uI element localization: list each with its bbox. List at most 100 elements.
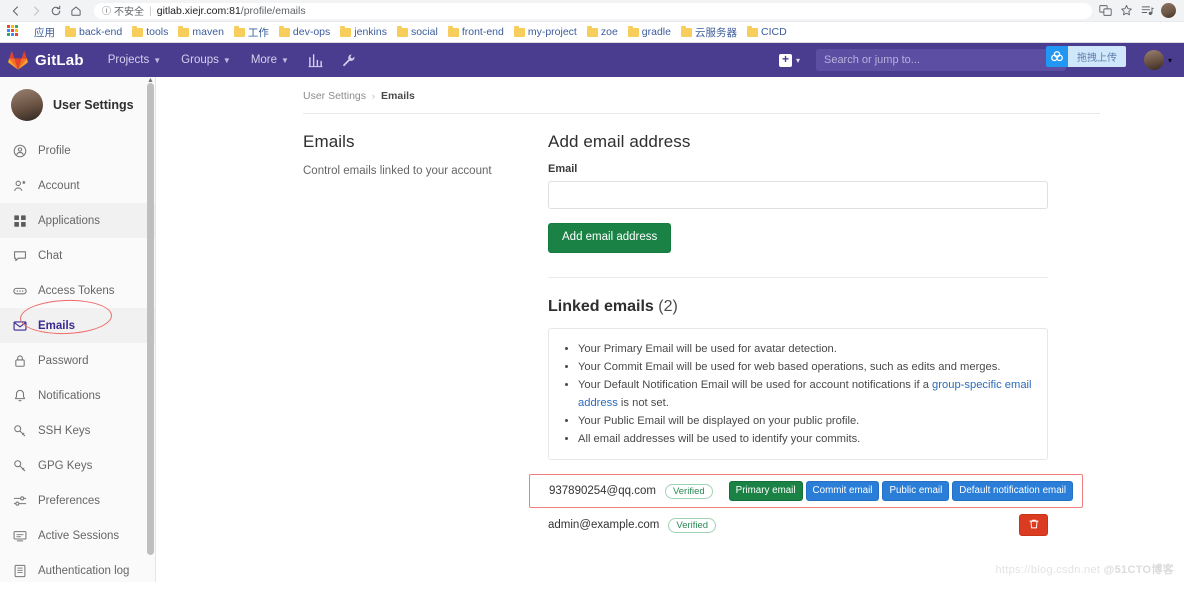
email-note: Your Primary Email will be used for avat…	[578, 340, 1034, 358]
sidebar-item-ssh-keys[interactable]: SSH Keys	[0, 413, 155, 448]
sidebar-item-account[interactable]: Account	[0, 168, 155, 203]
user-menu[interactable]: ▾	[1136, 50, 1178, 70]
bookmark-label: 云服务器	[695, 26, 737, 39]
table-row: 937890254@qq.com Verified Primary email …	[529, 474, 1083, 509]
drag-upload-label[interactable]: 拖拽上传	[1068, 46, 1126, 67]
folder-icon	[65, 25, 76, 37]
bookmark-item[interactable]: 工作	[229, 24, 274, 41]
folder-icon	[233, 25, 245, 37]
browser-profile-avatar[interactable]	[1161, 3, 1176, 18]
sidebar-item-preferences[interactable]: Preferences	[0, 483, 155, 518]
add-email-button[interactable]: Add email address	[548, 223, 672, 253]
lock-icon	[13, 354, 27, 368]
folder-icon	[586, 25, 598, 37]
bookmark-item[interactable]: zoe	[582, 24, 623, 41]
search-input[interactable]	[823, 54, 1046, 66]
sidebar-item-applications[interactable]: Applications	[0, 203, 155, 238]
settings-columns: Emails Control emails linked to your acc…	[303, 114, 1184, 542]
note-text-before: Your Default Notification Email will be …	[578, 378, 933, 391]
sidebar-item-profile[interactable]: Profile	[0, 133, 155, 168]
status-badge: Verified	[668, 517, 717, 534]
access-tokens-icon	[13, 284, 27, 298]
sidebar-item-authentication-log[interactable]: Authentication log	[0, 553, 155, 582]
bookmark-item[interactable]: social	[392, 24, 443, 41]
nav-projects[interactable]: Projects ▼	[98, 43, 171, 77]
bookmark-item[interactable]: maven	[173, 24, 229, 41]
sidebar-item-label: Applications	[38, 214, 101, 227]
bookmark-label: gradle	[641, 26, 671, 38]
sidebar-header[interactable]: User Settings	[0, 77, 155, 133]
not-secure-icon: ⓘ	[102, 6, 112, 16]
email-input[interactable]	[548, 181, 1048, 209]
address-bar[interactable]: ⓘ 不安全 | gitlab.xiejr.com:81/profile/emai…	[94, 2, 1092, 19]
bookmark-item[interactable]: back-end	[60, 24, 127, 41]
drag-upload-widget[interactable]: 拖拽上传	[1046, 46, 1126, 67]
bookmark-item[interactable]: dev-ops	[274, 24, 335, 41]
breadcrumb-root[interactable]: User Settings	[303, 90, 366, 102]
key-icon	[13, 459, 27, 473]
nav-groups[interactable]: Groups ▼	[171, 43, 241, 77]
home-icon[interactable]	[66, 1, 86, 21]
plus-square-icon: +	[778, 53, 792, 67]
sidebar-item-password[interactable]: Password	[0, 343, 155, 378]
email-note: Your Commit Email will be used for web b…	[578, 358, 1034, 376]
monitor-icon	[13, 529, 27, 543]
sidebar-item-label: Active Sessions	[38, 529, 120, 542]
nav-more-label: More	[250, 54, 278, 66]
nav-more[interactable]: More ▼	[241, 43, 299, 77]
sidebar-item-notifications[interactable]: Notifications	[0, 378, 155, 413]
bookmark-item[interactable]: tools	[127, 24, 173, 41]
sidebar-item-label: GPG Keys	[38, 459, 93, 472]
sidebar-item-gpg-keys[interactable]: GPG Keys	[0, 448, 155, 483]
account-icon	[13, 179, 27, 193]
url-host: gitlab.xiejr.com:81	[156, 4, 241, 17]
back-arrow-icon[interactable]	[6, 1, 26, 21]
folder-icon	[627, 25, 639, 37]
sidebar-item-access-tokens[interactable]: Access Tokens	[0, 273, 155, 308]
sidebar-item-emails[interactable]: Emails	[0, 308, 155, 343]
omnibox-divider: |	[149, 4, 152, 17]
global-search[interactable]	[815, 49, 1066, 71]
bookmark-item[interactable]: gradle	[623, 24, 676, 41]
default-notification-email-badge: Default notification email	[952, 481, 1073, 502]
sidebar-item-chat[interactable]: Chat	[0, 238, 155, 273]
delete-email-button[interactable]	[1019, 514, 1048, 537]
new-item-button[interactable]: + ▾	[769, 43, 810, 77]
wrench-icon[interactable]	[332, 43, 365, 77]
bookmark-label: 应用	[34, 26, 55, 39]
email-note: All email addresses will be used to iden…	[578, 430, 1034, 448]
page-title: Emails	[303, 132, 355, 151]
bookmark-item[interactable]: 云服务器	[676, 24, 742, 41]
bookmark-item[interactable]: CICD	[742, 24, 792, 41]
key-icon	[13, 424, 27, 438]
folder-icon	[132, 25, 144, 37]
bookmark-item[interactable]: front-end	[443, 24, 509, 41]
cloud-upload-icon[interactable]	[1046, 46, 1068, 67]
sidebar-item-active-sessions[interactable]: Active Sessions	[0, 518, 155, 553]
apps-grid-icon[interactable]	[7, 25, 23, 39]
bookmark-apps[interactable]: 应用	[29, 24, 60, 41]
sidebar-title: User Settings	[53, 98, 134, 112]
sidebar-scrollbar[interactable]	[147, 83, 154, 555]
folder-icon	[178, 25, 190, 37]
sidebar-item-label: Profile	[38, 144, 71, 157]
breadcrumb-current: Emails	[381, 90, 415, 102]
profile-icon	[13, 144, 27, 158]
chevron-down-icon: ▼	[222, 55, 231, 65]
playlist-icon[interactable]	[1140, 4, 1154, 18]
translate-icon[interactable]	[1098, 4, 1112, 18]
folder-icon	[747, 25, 758, 37]
status-badge: Verified	[664, 483, 713, 500]
bookmark-item[interactable]: my-project	[509, 24, 582, 41]
gitlab-logo-link[interactable]: GitLab	[8, 50, 84, 70]
chart-icon[interactable]	[299, 43, 332, 77]
star-icon[interactable]	[1119, 4, 1133, 18]
folder-icon	[681, 25, 692, 37]
user-avatar-large	[11, 89, 43, 121]
bookmark-label: back-end	[79, 26, 123, 38]
bookmark-label: my-project	[527, 26, 577, 38]
applications-icon	[13, 214, 27, 228]
bookmark-item[interactable]: jenkins	[335, 24, 392, 41]
gitlab-tanuki-icon	[8, 50, 28, 70]
reload-icon[interactable]	[46, 1, 66, 21]
